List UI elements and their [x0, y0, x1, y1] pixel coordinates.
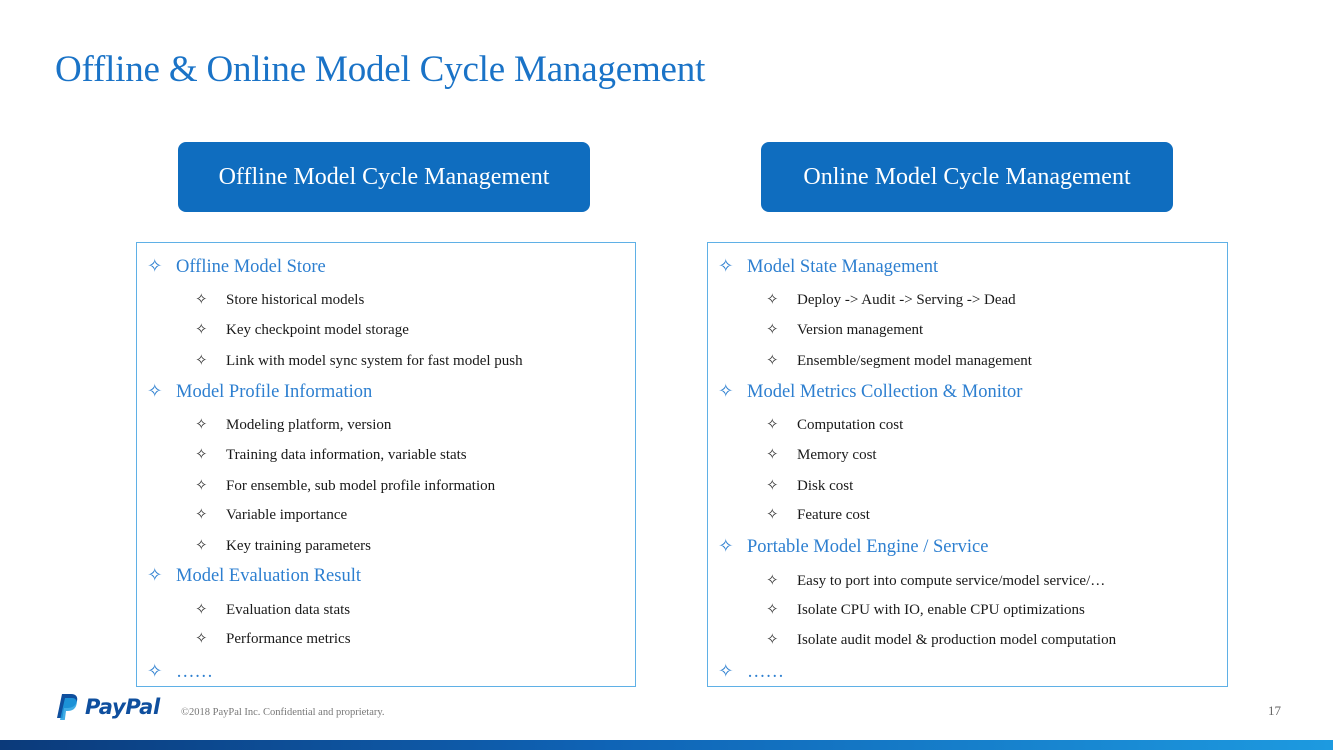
star-bullet-icon: ✧ — [766, 632, 779, 648]
bullet-text: Modeling platform, version — [226, 417, 392, 433]
bullet-item: ✧ Portable Model Engine / Service — [718, 536, 988, 558]
bullet-text: Feature cost — [797, 507, 870, 523]
star-bullet-icon: ✧ — [195, 631, 208, 647]
bullet-item: ✧ Model Evaluation Result — [147, 565, 361, 587]
bullet-text: For ensemble, sub model profile informat… — [226, 478, 496, 494]
sub-bullet-item: ✧ Computation cost — [766, 415, 903, 434]
bullet-text: Memory cost — [797, 447, 877, 463]
slide-title: Offline & Online Model Cycle Management — [55, 49, 706, 90]
star-bullet-icon: ✧ — [766, 573, 779, 589]
bullet-text: Link with model sync system for fast mod… — [226, 353, 523, 369]
bullet-text: Training data information, variable stat… — [226, 447, 467, 463]
bullet-text: Evaluation data stats — [226, 602, 351, 618]
bullet-item: ✧ Model State Management — [718, 256, 938, 278]
bullet-text: Key checkpoint model storage — [226, 322, 409, 338]
star-bullet-icon: ✧ — [195, 292, 208, 308]
star-bullet-icon: ✧ — [147, 257, 163, 277]
offline-bullet-box: ✧ Offline Model Store ✧ Store historical mo… — [136, 242, 636, 687]
bullet-text: Computation cost — [797, 417, 904, 433]
star-bullet-icon: ✧ — [195, 417, 208, 433]
bullet-item: ✧ …… — [147, 661, 213, 683]
star-bullet-icon: ✧ — [766, 602, 779, 618]
star-bullet-icon: ✧ — [195, 507, 208, 523]
sub-bullet-item: ✧ Modeling platform, version — [195, 415, 391, 434]
sub-bullet-item: ✧ Performance metrics — [195, 629, 351, 648]
sub-bullet-item: ✧ Memory cost — [766, 445, 877, 464]
star-bullet-icon: ✧ — [718, 382, 734, 402]
star-bullet-icon: ✧ — [766, 507, 779, 523]
bullet-text: …… — [747, 662, 784, 682]
sub-bullet-item: ✧ Version management — [766, 320, 923, 339]
sub-bullet-item: ✧ Easy to port into compute service/model… — [766, 571, 1105, 590]
bullet-text: Easy to port into compute service/model … — [797, 573, 1106, 589]
star-bullet-icon: ✧ — [195, 447, 208, 463]
sub-bullet-item: ✧ Evaluation data stats — [195, 600, 350, 619]
bullet-text: Disk cost — [797, 478, 854, 494]
bullet-item: ✧ …… — [718, 661, 784, 683]
bullet-text: Variable importance — [226, 507, 348, 523]
bullet-text: Model State Management — [747, 257, 939, 277]
bullet-text: Key training parameters — [226, 538, 371, 554]
bullet-text: Deploy -> Audit -> Serving -> Dead — [797, 292, 1016, 308]
bullet-item: ✧ Model Metrics Collection & Monitor — [718, 381, 1022, 403]
bullet-text: Performance metrics — [226, 631, 351, 647]
sub-bullet-item: ✧ Isolate CPU with IO, enable CPU optimiz… — [766, 600, 1085, 619]
star-bullet-icon: ✧ — [718, 257, 734, 277]
bullet-text: Model Profile Information — [176, 382, 373, 402]
star-bullet-icon: ✧ — [718, 662, 734, 682]
bullet-text: …… — [176, 662, 213, 682]
sub-bullet-item: ✧ Isolate audit model & production model … — [766, 630, 1116, 649]
star-bullet-icon: ✧ — [766, 478, 779, 494]
star-bullet-icon: ✧ — [195, 322, 208, 338]
star-bullet-icon: ✧ — [718, 537, 734, 557]
sub-bullet-item: ✧ For ensemble, sub model profile informa… — [195, 476, 495, 495]
star-bullet-icon: ✧ — [195, 602, 208, 618]
bullet-text: Portable Model Engine / Service — [747, 537, 989, 557]
bullet-text: Store historical models — [226, 292, 365, 308]
paypal-logo: PayPal — [55, 693, 160, 721]
star-bullet-icon: ✧ — [766, 322, 779, 338]
star-bullet-icon: ✧ — [147, 566, 163, 586]
bullet-text: Isolate audit model & production model c… — [797, 632, 1117, 648]
sub-bullet-item: ✧ Deploy -> Audit -> Serving -> Dead — [766, 290, 1016, 309]
star-bullet-icon: ✧ — [766, 447, 779, 463]
paypal-p-icon — [57, 694, 78, 720]
star-bullet-icon: ✧ — [195, 538, 208, 554]
bullet-text: Model Metrics Collection & Monitor — [747, 382, 1023, 402]
bullet-text: Model Evaluation Result — [176, 566, 361, 586]
bullet-text: Ensemble/segment model management — [797, 353, 1032, 369]
bullet-text: Offline Model Store — [176, 257, 326, 277]
sub-bullet-item: ✧ Variable importance — [195, 505, 347, 524]
bottom-accent-bar — [0, 740, 1333, 750]
star-bullet-icon: ✧ — [766, 292, 779, 308]
sub-bullet-item: ✧ Key training parameters — [195, 536, 371, 555]
sub-bullet-item: ✧ Disk cost — [766, 476, 853, 495]
page-number: 17 — [1268, 703, 1281, 718]
bullet-text: Version management — [797, 322, 924, 338]
sub-bullet-item: ✧ Training data information, variable sta… — [195, 445, 467, 464]
online-header: Online Model Cycle Management — [761, 142, 1173, 212]
bullet-item: ✧ Offline Model Store — [147, 256, 326, 278]
copyright-notice: ©2018 PayPal Inc. Confidential and propr… — [181, 707, 385, 718]
offline-header: Offline Model Cycle Management — [178, 142, 590, 212]
bullet-text: Isolate CPU with IO, enable CPU optimiza… — [797, 602, 1085, 618]
online-bullet-box: ✧ Model State Management ✧ Deploy -> Audit … — [707, 242, 1228, 687]
bullet-item: ✧ Model Profile Information — [147, 381, 372, 403]
star-bullet-icon: ✧ — [147, 382, 163, 402]
sub-bullet-item: ✧ Ensemble/segment model management — [766, 351, 1032, 370]
paypal-wordmark: PayPal — [85, 695, 160, 719]
star-bullet-icon: ✧ — [766, 353, 779, 369]
star-bullet-icon: ✧ — [195, 353, 208, 369]
sub-bullet-item: ✧ Store historical models — [195, 290, 364, 309]
star-bullet-icon: ✧ — [766, 417, 779, 433]
star-bullet-icon: ✧ — [195, 478, 208, 494]
star-bullet-icon: ✧ — [147, 662, 163, 682]
sub-bullet-item: ✧ Link with model sync system for fast mo… — [195, 351, 523, 370]
sub-bullet-item: ✧ Feature cost — [766, 505, 870, 524]
sub-bullet-item: ✧ Key checkpoint model storage — [195, 320, 409, 339]
